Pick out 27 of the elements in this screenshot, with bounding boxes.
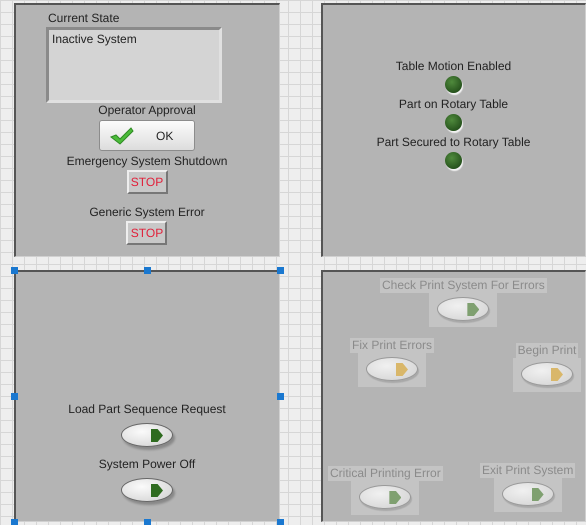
selection-handle[interactable]: [277, 519, 284, 525]
control-label: Table Motion Enabled: [394, 59, 512, 74]
control-label: Load Part Sequence Request: [67, 402, 227, 417]
selection-handle[interactable]: [11, 393, 18, 400]
selection-handle[interactable]: [144, 519, 151, 525]
control-label: Part Secured to Rotary Table: [376, 135, 532, 150]
stop-button[interactable]: STOP: [126, 170, 168, 194]
selection-handle[interactable]: [11, 267, 18, 274]
state-display: Inactive System: [46, 27, 222, 103]
control-label: Part on Rotary Table: [398, 97, 510, 112]
control-label: System Power Off: [98, 457, 196, 472]
control-label: Current State: [47, 11, 120, 26]
control-label: Begin Print: [516, 343, 578, 358]
control-label: Emergency System Shutdown: [66, 154, 228, 169]
selection-handle[interactable]: [277, 393, 284, 400]
control-label: Operator Approval: [97, 103, 197, 118]
checkmark-icon: [110, 126, 134, 144]
selection-handle[interactable]: [277, 267, 284, 274]
control-label: Critical Printing Error: [328, 466, 443, 481]
control-label: Generic System Error: [88, 205, 206, 220]
control-label: Exit Print System: [480, 463, 576, 478]
ok-button[interactable]: OK: [98, 120, 195, 151]
selection-handle[interactable]: [11, 519, 18, 525]
control-label: Fix Print Errors: [350, 338, 434, 353]
stop-button[interactable]: STOP: [126, 221, 168, 245]
control-label: Check Print System For Errors: [380, 278, 547, 293]
selection-handle[interactable]: [144, 267, 151, 274]
